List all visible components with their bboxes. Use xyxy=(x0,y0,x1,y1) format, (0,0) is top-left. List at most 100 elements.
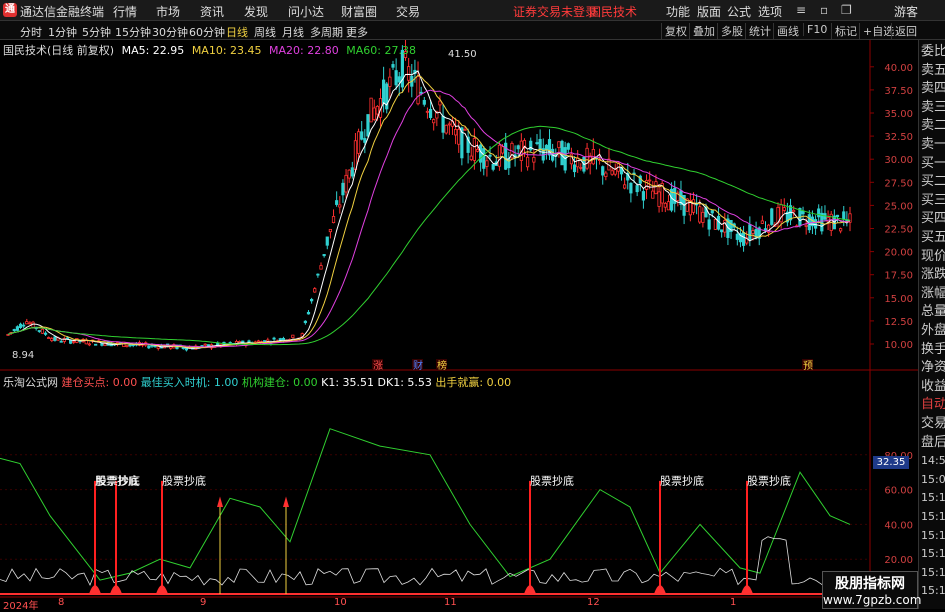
login-alert[interactable]: 证券交易未登录 xyxy=(513,3,597,20)
candle-body-107 xyxy=(341,182,345,196)
event-marker-0: 涨 xyxy=(373,360,383,372)
formula-button[interactable]: 公式 xyxy=(727,3,751,20)
candle-body-26 xyxy=(87,343,91,346)
watermark-url: www.7gpzb.com xyxy=(823,593,922,607)
period-intraday[interactable]: 分时 xyxy=(20,24,42,40)
candle-body-97 xyxy=(310,298,314,302)
restore-icon[interactable]: ❐ xyxy=(841,3,852,17)
candle-body-254 xyxy=(801,211,805,215)
period-multi[interactable]: 多周期 xyxy=(310,24,343,40)
candle-body-179 xyxy=(566,143,570,150)
candle-body-20 xyxy=(69,339,73,344)
menu-market-quotes[interactable]: 行情 xyxy=(113,3,137,20)
signal-blob-4 xyxy=(654,585,666,594)
candle-body-244 xyxy=(770,208,774,225)
period-toolbar: 分时 1分钟 5分钟 15分钟 30分钟 60分钟 日线 周线 月线 多周期 更… xyxy=(0,21,945,40)
period-more[interactable]: 更多 xyxy=(346,24,368,40)
sidebar-item-10: 买五 xyxy=(921,230,945,245)
candle-body-266 xyxy=(839,228,843,232)
sidebar-item-19[interactable]: 自动 xyxy=(921,397,945,412)
candle-body-19 xyxy=(65,337,70,340)
candle-body-87 xyxy=(278,338,282,341)
watermark: 股朋指标网 www.7gpzb.com xyxy=(822,571,922,609)
candle-body-38 xyxy=(125,345,129,347)
candle-body-10 xyxy=(37,330,41,332)
minimize-icon[interactable]: ▫ xyxy=(820,3,828,17)
candle-body-241 xyxy=(760,220,764,224)
candle-body-134 xyxy=(425,110,430,113)
candle-body-135 xyxy=(428,108,433,118)
menu-news[interactable]: 资讯 xyxy=(200,3,224,20)
period-5min[interactable]: 5分钟 xyxy=(82,24,111,40)
ma60-line xyxy=(7,125,851,346)
period-daily[interactable]: 日线 xyxy=(226,24,248,40)
price-label-11: 12.50 xyxy=(884,317,913,328)
period-monthly[interactable]: 月线 xyxy=(282,24,304,40)
chart-title: 国民技术(日线 前复权) xyxy=(3,44,115,57)
candle-body-221 xyxy=(698,206,702,223)
crosshair-value-readout: 32.35 xyxy=(873,456,909,469)
candle-body-113 xyxy=(360,131,364,140)
candle-body-170 xyxy=(538,138,542,151)
sidebar-item-13: 涨幅 xyxy=(921,285,945,301)
candle-body-140 xyxy=(444,124,448,134)
period-60min[interactable]: 60分钟 xyxy=(189,24,225,40)
menu-trade[interactable]: 交易 xyxy=(396,3,420,20)
period-30min[interactable]: 30分钟 xyxy=(152,24,188,40)
window-menu-icon[interactable]: ≡ xyxy=(796,3,806,17)
candle-body-7 xyxy=(28,322,32,325)
candle-body-63 xyxy=(203,343,207,346)
sidebar-item-2: 卖四 xyxy=(921,81,945,97)
sidebar-item-23: 15:00 xyxy=(921,472,945,486)
candle-body-168 xyxy=(532,157,536,163)
sidebar-item-5: 卖一 xyxy=(921,137,945,152)
candle-body-158 xyxy=(500,146,505,154)
menu-market[interactable]: 市场 xyxy=(156,3,180,20)
overlay-button[interactable]: 叠加 xyxy=(689,23,718,39)
adjust-button[interactable]: 复权 xyxy=(661,23,690,39)
candle-body-95 xyxy=(303,320,307,324)
candle-body-206 xyxy=(651,190,655,199)
candle-body-103 xyxy=(328,228,333,233)
x-label-jan: 1 xyxy=(730,597,737,608)
candle-body-45 xyxy=(147,345,151,349)
sidebar-item-12: 涨跌 xyxy=(921,267,945,283)
menu-discover[interactable]: 发现 xyxy=(244,3,268,20)
period-1min[interactable]: 1分钟 xyxy=(48,24,77,40)
sidebar-item-20: 交易 xyxy=(921,416,945,431)
x-label-year: 2024年 xyxy=(3,601,39,612)
kline-chart[interactable]: 40.00 37.50 35.00 32.50 30.00 27.50 25.00 22.50… xyxy=(0,40,918,598)
candle-body-114 xyxy=(363,138,367,143)
legend-ma20: MA20: 22.80 xyxy=(269,44,339,57)
statistics-button[interactable]: 统计 xyxy=(745,23,774,39)
candle-body-139 xyxy=(441,115,445,133)
mark-button[interactable]: 标记 xyxy=(831,23,860,39)
function-button[interactable]: 功能 xyxy=(666,3,690,20)
menu-wealth-circle[interactable]: 财富圈 xyxy=(341,3,377,20)
indicator-inst-build: 机构建仓: 0.00 xyxy=(241,376,318,389)
signal-label-3: 股票抄底 xyxy=(530,473,574,487)
candle-body-48 xyxy=(156,346,160,349)
legend-ma5: MA5: 22.95 xyxy=(121,44,185,57)
options-button[interactable]: 选项 xyxy=(758,3,782,20)
candle-body-163 xyxy=(516,145,520,150)
event-marker-3: 预 xyxy=(803,360,813,372)
candle-body-265 xyxy=(835,214,840,218)
period-15min[interactable]: 15分钟 xyxy=(115,24,151,40)
f10-button[interactable]: F10 xyxy=(803,23,830,36)
period-weekly[interactable]: 周线 xyxy=(254,24,276,40)
sidebar-item-17: 净资 xyxy=(921,360,945,376)
ind-axis-label-1: 60.00 xyxy=(884,486,913,497)
menu-ask-assistant[interactable]: 问小达 xyxy=(288,3,324,20)
draw-line-button[interactable]: 画线 xyxy=(773,23,802,39)
price-label-3: 32.50 xyxy=(884,132,913,143)
back-button[interactable]: 返回 xyxy=(891,23,920,39)
sidebar-item-9: 买四 xyxy=(921,211,945,227)
multi-stock-button[interactable]: 多股 xyxy=(717,23,746,39)
candle-body-149 xyxy=(472,138,476,161)
candle-body-131 xyxy=(416,76,420,105)
user-guest[interactable]: 游客 xyxy=(894,3,918,20)
layout-button[interactable]: 版面 xyxy=(697,3,721,20)
candle-body-136 xyxy=(432,119,436,124)
candle-body-191 xyxy=(604,172,608,177)
